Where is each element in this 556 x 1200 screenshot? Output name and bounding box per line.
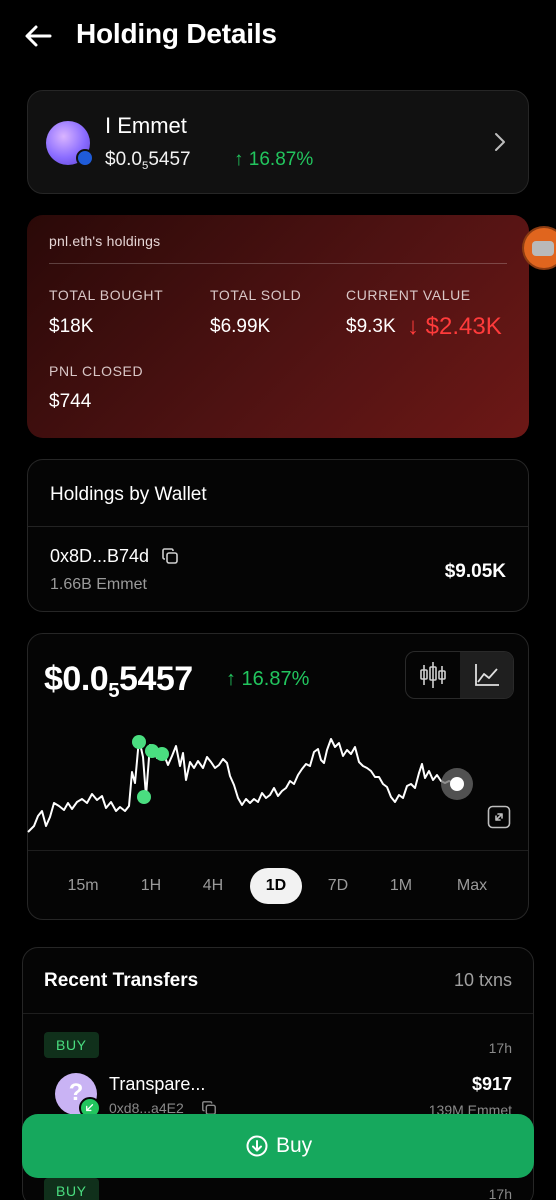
chart-price: $0.055457 [44, 660, 193, 703]
back-arrow-icon[interactable] [22, 20, 54, 52]
buy-button-label: Buy [276, 1134, 313, 1157]
price-chart-card: $0.055457 ↑ 16.87% 15m 1H 4H 1D 7D 1M Ma… [27, 633, 529, 920]
current-value: $9.3K [346, 316, 396, 337]
copy-icon[interactable] [161, 547, 179, 565]
timeframe-7d[interactable]: 7D [313, 868, 363, 904]
trader-avatar: ? [55, 1073, 101, 1119]
current-value-change: ↓ $2.43K [407, 313, 502, 340]
price-line [27, 738, 455, 833]
wallet-address: 0x8D...B74d [50, 546, 150, 566]
token-price: $0.055457 [105, 149, 191, 172]
timeframe-max[interactable]: Max [447, 868, 497, 904]
chevron-right-icon[interactable] [492, 131, 508, 153]
timeframe-15m[interactable]: 15m [58, 868, 108, 904]
header: Holding Details [0, 0, 556, 74]
current-price-marker [450, 777, 464, 791]
wallet-section-title: Holdings by Wallet [50, 484, 207, 505]
transfer-time: 17h [488, 1040, 512, 1056]
timeframe-1m[interactable]: 1M [376, 868, 426, 904]
chart-type-toggle [405, 651, 514, 699]
transfers-title: Recent Transfers [44, 970, 199, 991]
transfer-type-badge: BUY [44, 1178, 99, 1200]
timeframe-4h[interactable]: 4H [188, 868, 238, 904]
buy-marker[interactable] [132, 735, 146, 749]
timeframe-1d[interactable]: 1D [250, 868, 302, 904]
divider [49, 263, 507, 264]
pnl-closed-label: PNL CLOSED [49, 363, 144, 379]
holdings-title: pnl.eth's holdings [49, 233, 161, 249]
token-avatar [46, 121, 94, 167]
token-change: ↑ 16.87% [234, 149, 314, 170]
total-bought-label: TOTAL BOUGHT [49, 287, 164, 303]
buy-marker[interactable] [137, 790, 151, 804]
total-sold-label: TOTAL SOLD [210, 287, 302, 303]
transfer-type-badge: BUY [44, 1032, 99, 1058]
chain-badge-icon [76, 149, 94, 167]
pnl-closed-value: $744 [49, 391, 92, 412]
total-sold-value: $6.99K [210, 316, 271, 337]
floating-camera-icon[interactable] [524, 228, 556, 268]
divider [28, 850, 528, 851]
buy-marker[interactable] [155, 747, 169, 761]
divider [28, 526, 528, 527]
transfer-time: 17h [488, 1186, 512, 1200]
token-name: I Emmet [105, 113, 187, 138]
expand-icon[interactable] [487, 805, 511, 829]
token-card[interactable]: I Emmet $0.055457 ↑ 16.87% [27, 90, 529, 194]
line-chart-toggle[interactable] [460, 652, 513, 698]
total-bought-value: $18K [49, 316, 94, 337]
line-chart-icon [475, 664, 499, 686]
trader-name[interactable]: Transpare... [109, 1074, 205, 1095]
buy-button[interactable]: Buy [22, 1114, 534, 1178]
download-circle-icon [246, 1135, 268, 1157]
page-title: Holding Details [76, 18, 277, 49]
transfer-value: $917 [471, 1074, 512, 1094]
price-line-chart [27, 735, 473, 833]
transfers-count: 10 txns [453, 970, 512, 990]
candlestick-icon [420, 662, 446, 688]
timeframe-1h[interactable]: 1H [126, 868, 176, 904]
wallet-token-amount: 1.66B Emmet [50, 576, 147, 593]
holdings-summary-card: pnl.eth's holdings TOTAL BOUGHT $18K TOT… [27, 215, 529, 438]
holdings-by-wallet-card: Holdings by Wallet 0x8D...B74d 1.66B Emm… [27, 459, 529, 612]
chart-price-change: ↑ 16.87% [226, 668, 310, 690]
current-value-label: CURRENT VALUE [346, 287, 471, 303]
candlestick-toggle[interactable] [406, 652, 460, 698]
divider [23, 1013, 533, 1014]
wallet-value: $9.05K [444, 561, 506, 582]
